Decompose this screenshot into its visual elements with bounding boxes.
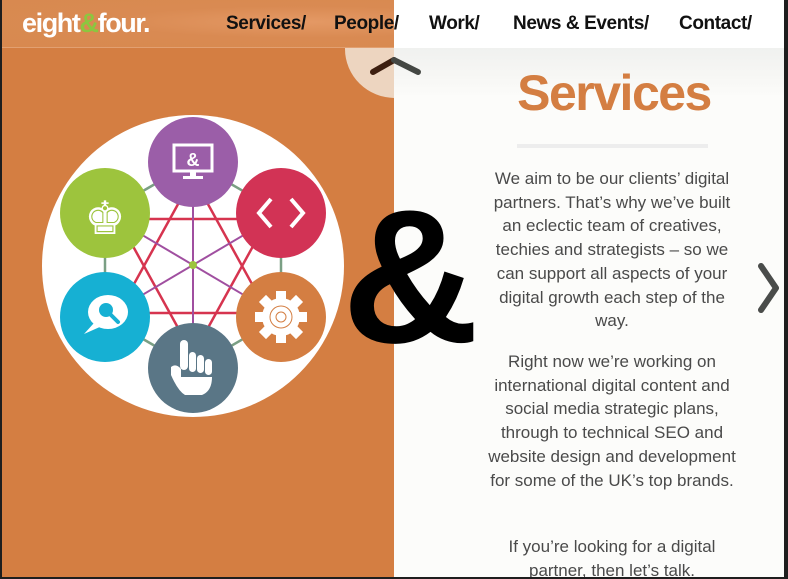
logo[interactable]: eight&four. — [22, 6, 151, 40]
site-header: eight&four. Services/ People/ Work/ News… — [2, 0, 784, 48]
services-diagram: & ♚ — [42, 115, 344, 417]
code-brackets-icon[interactable] — [236, 168, 326, 258]
work-paragraph: Right now we’re working on international… — [488, 352, 736, 490]
title-divider — [517, 144, 708, 148]
nav-item-services[interactable]: Services/ — [226, 13, 306, 35]
contact-paragraph: If you’re looking for a digital partner,… — [508, 537, 716, 577]
chess-king-icon[interactable]: ♚ — [60, 168, 150, 258]
pointing-hand-icon[interactable] — [148, 323, 238, 413]
logo-text-four: four. — [97, 8, 151, 38]
hub-dot — [189, 261, 197, 269]
logo-ampersand: & — [79, 8, 100, 38]
big-ampersand: & — [342, 171, 479, 383]
page-title: Services — [517, 65, 712, 121]
nav-item-people[interactable]: People/ — [334, 13, 399, 35]
nav-item-work[interactable]: Work/ — [429, 13, 480, 35]
speech-search-icon[interactable] — [60, 272, 150, 362]
window-edge — [784, 0, 788, 579]
svg-text:&: & — [187, 150, 200, 170]
page-viewport: eight&four. Services/ People/ Work/ News… — [2, 0, 784, 577]
svg-text:♚: ♚ — [84, 191, 125, 245]
monitor-ampersand-icon[interactable]: & — [148, 117, 238, 207]
chevron-up-icon[interactable] — [366, 52, 426, 82]
nav-item-news-events[interactable]: News & Events/ — [513, 13, 649, 35]
gear-icon[interactable] — [236, 272, 326, 362]
logo-text-eight: eight — [22, 8, 81, 38]
chevron-right-icon[interactable] — [754, 260, 784, 316]
intro-paragraph: We aim to be our clients’ digital partne… — [493, 169, 731, 331]
nav-item-contact[interactable]: Contact/ — [679, 13, 752, 35]
